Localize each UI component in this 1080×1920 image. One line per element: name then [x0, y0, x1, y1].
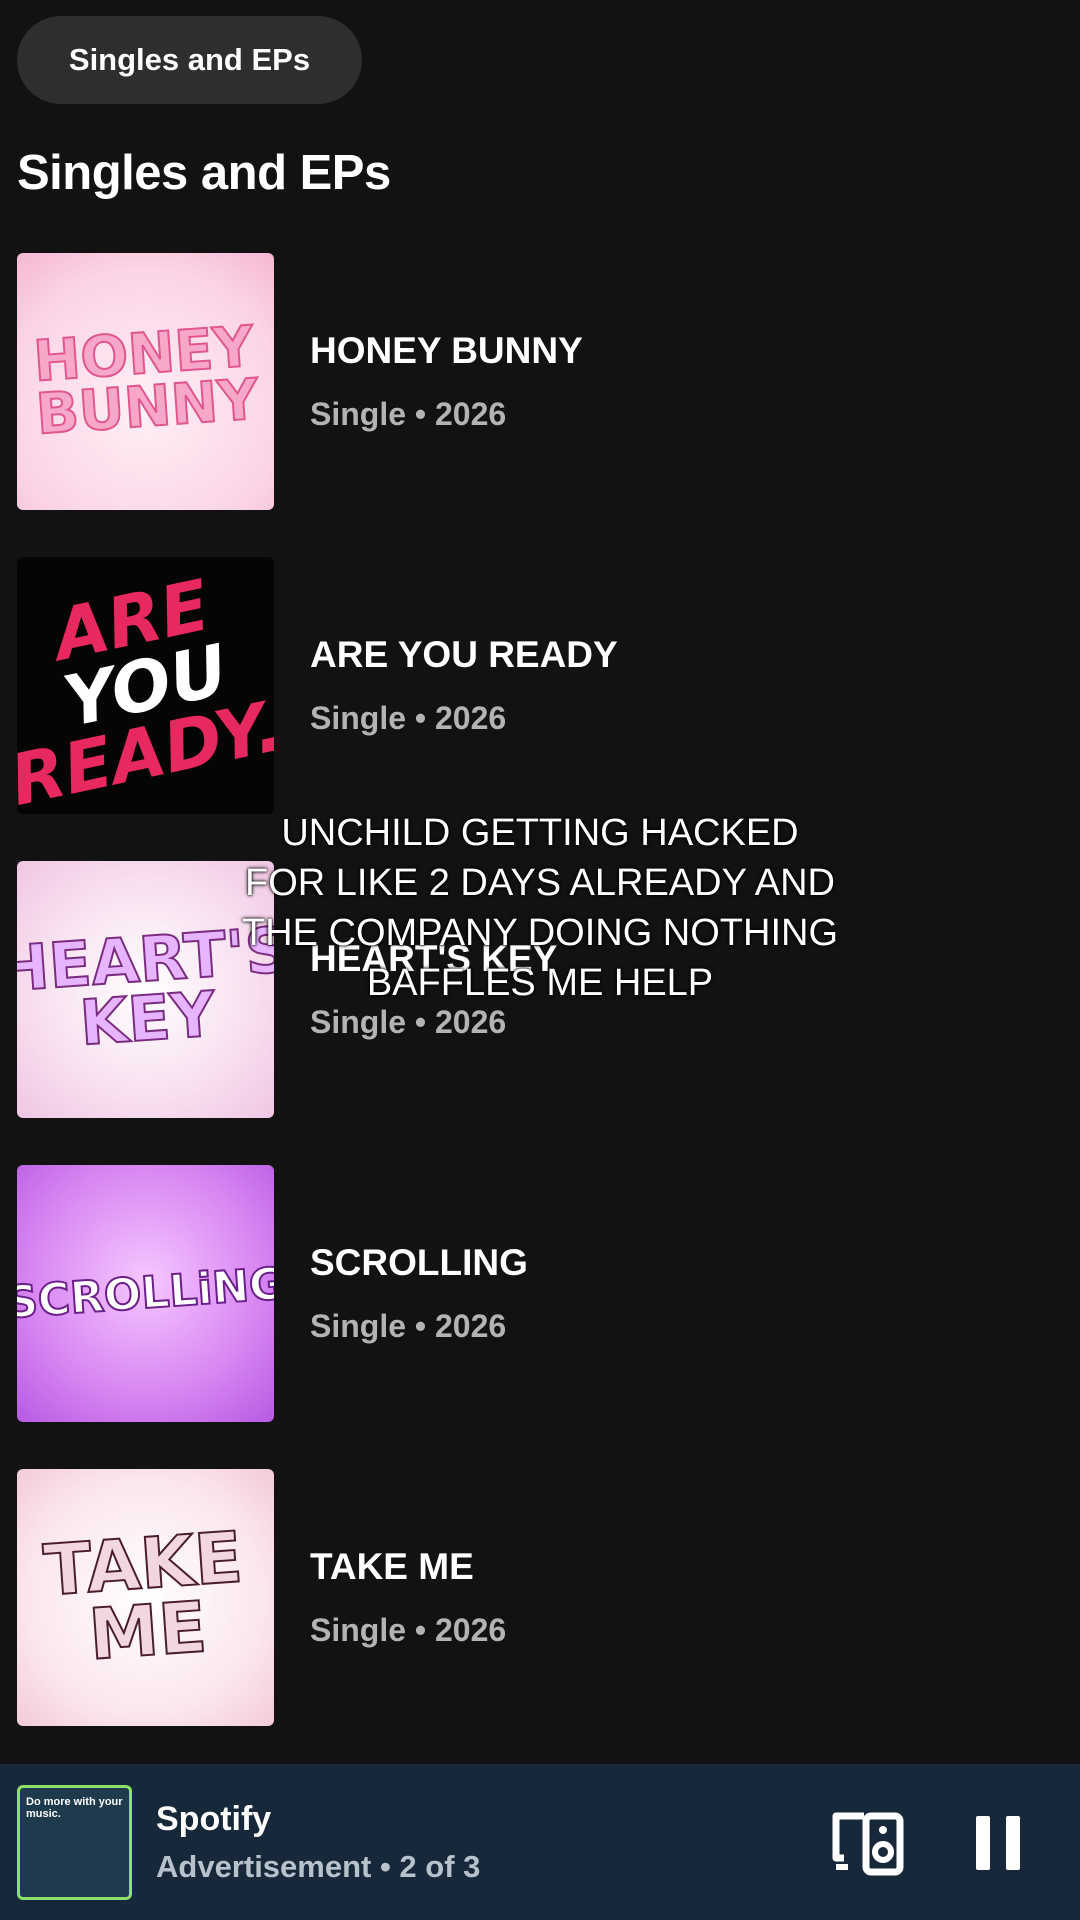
section-title: Singles and EPs — [17, 146, 391, 200]
album-art-text: ARE YOU READY.. — [17, 563, 274, 814]
release-row[interactable]: SCROLLiNG SCROLLING Single • 2026 — [17, 1165, 1057, 1422]
album-art-take-me: TAKE ME — [17, 1469, 274, 1726]
release-title: HONEY BUNNY — [310, 330, 583, 371]
release-row[interactable]: HONEY BUNNY HONEY BUNNY Single • 2026 — [17, 253, 1057, 510]
release-subtitle: Single • 2026 — [310, 1308, 507, 1344]
connect-device-icon[interactable] — [830, 1808, 910, 1878]
album-art-text: HONEY BUNNY — [31, 314, 262, 449]
release-title: SCROLLING — [310, 1242, 528, 1283]
now-playing-subtitle: Advertisement • 2 of 3 — [156, 1848, 481, 1884]
album-art-text: SCROLLiNG — [17, 1257, 274, 1329]
filter-chip-singles-eps[interactable]: Singles and EPs — [17, 16, 362, 104]
release-subtitle: Single • 2026 — [310, 396, 507, 432]
release-subtitle: Single • 2026 — [310, 700, 507, 736]
release-row[interactable]: ARE YOU READY.. ARE YOU READY Single • 2… — [17, 557, 1057, 814]
video-caption-overlay: UNCHILD GETTING HACKED FOR LIKE 2 DAYS A… — [241, 812, 839, 1004]
release-subtitle: Single • 2026 — [310, 1612, 507, 1648]
release-row[interactable]: TAKE ME TAKE ME Single • 2026 — [17, 1469, 1057, 1726]
now-playing-bar[interactable]: Do more with your music. Spotify Adverti… — [0, 1764, 1080, 1920]
album-art-text: TAKE ME — [40, 1515, 246, 1676]
album-art-honey-bunny: HONEY BUNNY — [17, 253, 274, 510]
release-title: ARE YOU READY — [310, 634, 618, 675]
release-title: TAKE ME — [310, 1546, 474, 1587]
pause-icon — [1006, 1816, 1020, 1870]
pause-button[interactable] — [970, 1808, 1026, 1878]
pause-icon — [976, 1816, 990, 1870]
album-art-are-you-ready: ARE YOU READY.. — [17, 557, 274, 814]
now-playing-title: Spotify — [156, 1799, 272, 1838]
album-art-hearts-key: HEART'S KEY — [17, 861, 274, 1118]
album-art-text: HEART'S KEY — [17, 912, 274, 1061]
release-subtitle: Single • 2026 — [310, 1004, 507, 1040]
album-art-scrolling: SCROLLiNG — [17, 1165, 274, 1422]
ad-thumbnail: Do more with your music. — [17, 1784, 132, 1900]
